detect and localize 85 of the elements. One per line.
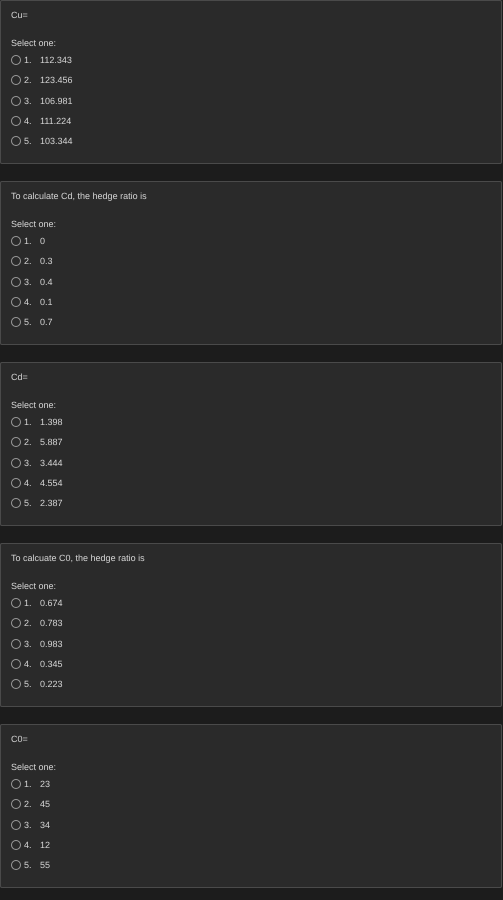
option-label[interactable]: 5.887 (40, 437, 63, 448)
radio-button[interactable] (11, 498, 21, 508)
radio-button[interactable] (11, 417, 21, 428)
option-label[interactable]: 0.3 (40, 256, 53, 266)
radio-button[interactable] (11, 437, 21, 448)
instruction-text: Select one: (11, 580, 58, 593)
option-number: 1. (24, 779, 33, 790)
option-label[interactable]: 0.674 (40, 598, 63, 608)
option-label[interactable]: 34 (40, 820, 50, 830)
option-number: 5. (24, 136, 33, 146)
radio-button[interactable] (11, 75, 21, 86)
question-text: To calcuate C0, the hedge ratio is (11, 552, 146, 565)
option-label[interactable]: 0.7 (40, 316, 53, 327)
option-number: 5. (24, 860, 33, 870)
radio-button[interactable] (11, 296, 21, 307)
option-number: 5. (24, 678, 33, 689)
option-label[interactable]: 55 (40, 860, 50, 870)
radio-button[interactable] (11, 799, 21, 810)
option-label[interactable]: 0 (40, 236, 46, 246)
radio-button[interactable] (11, 96, 21, 106)
option-number: 4. (24, 296, 33, 307)
option-label[interactable]: 23 (40, 779, 50, 790)
option-number: 4. (24, 478, 33, 488)
option-number: 3. (24, 820, 33, 830)
radio-button[interactable] (11, 860, 21, 870)
option-label[interactable]: 123.456 (40, 75, 73, 86)
option-label[interactable]: 0.4 (40, 276, 53, 286)
option-number: 1. (24, 598, 33, 608)
option-number: 4. (24, 840, 33, 850)
option-label[interactable]: 12 (40, 840, 50, 850)
option-number: 2. (24, 799, 33, 810)
option-label[interactable]: 111.224 (40, 116, 72, 126)
radio-button[interactable] (11, 316, 21, 327)
radio-button[interactable] (11, 236, 21, 246)
radio-button[interactable] (11, 618, 21, 628)
radio-button[interactable] (11, 840, 21, 850)
option-label[interactable]: 112.343 (40, 55, 72, 66)
radio-button[interactable] (11, 658, 21, 669)
radio-button[interactable] (11, 256, 21, 266)
radio-button[interactable] (11, 678, 21, 689)
option-number: 1. (24, 417, 33, 428)
option-label[interactable]: 0.345 (40, 658, 63, 669)
option-label[interactable]: 0.783 (40, 618, 63, 628)
option-number: 3. (24, 458, 33, 468)
option-label[interactable]: 45 (40, 799, 50, 810)
option-number: 1. (24, 55, 33, 66)
radio-button[interactable] (11, 478, 21, 488)
option-number: 2. (24, 618, 33, 628)
radio-button[interactable] (11, 638, 21, 648)
option-number: 4. (24, 658, 33, 669)
option-label[interactable]: 0.1 (40, 296, 53, 307)
question-text: Cu= (11, 9, 29, 22)
radio-button[interactable] (11, 820, 21, 830)
option-label[interactable]: 0.983 (40, 638, 63, 648)
option-number: 4. (24, 116, 33, 126)
question-text: To calculate Cd, the hedge ratio is (11, 190, 148, 203)
instruction-text: Select one: (11, 761, 58, 774)
radio-button[interactable] (11, 598, 21, 608)
instruction-text: Select one: (11, 399, 58, 412)
radio-button[interactable] (11, 136, 21, 146)
question-text: Cd= (11, 371, 29, 384)
option-number: 2. (24, 437, 33, 448)
option-label[interactable]: 103.344 (40, 136, 73, 146)
instruction-text: Select one: (11, 37, 58, 50)
option-label[interactable]: 4.554 (40, 478, 63, 488)
option-number: 3. (24, 96, 33, 106)
instruction-text: Select one: (11, 218, 58, 231)
option-number: 2. (24, 75, 33, 86)
option-number: 2. (24, 256, 33, 266)
option-label[interactable]: 106.981 (40, 96, 73, 106)
option-number: 1. (24, 236, 33, 246)
option-label[interactable]: 2.387 (40, 498, 63, 508)
option-number: 5. (24, 498, 33, 508)
option-label[interactable]: 1.398 (40, 417, 63, 428)
radio-button[interactable] (11, 458, 21, 468)
option-number: 5. (24, 316, 33, 327)
radio-button[interactable] (11, 55, 21, 66)
radio-button[interactable] (11, 276, 21, 286)
question-text: C0= (11, 733, 29, 746)
option-number: 3. (24, 276, 33, 286)
option-label[interactable]: 0.223 (40, 678, 63, 689)
option-number: 3. (24, 638, 33, 648)
radio-button[interactable] (11, 116, 21, 126)
option-label[interactable]: 3.444 (40, 458, 63, 468)
radio-button[interactable] (11, 779, 21, 790)
